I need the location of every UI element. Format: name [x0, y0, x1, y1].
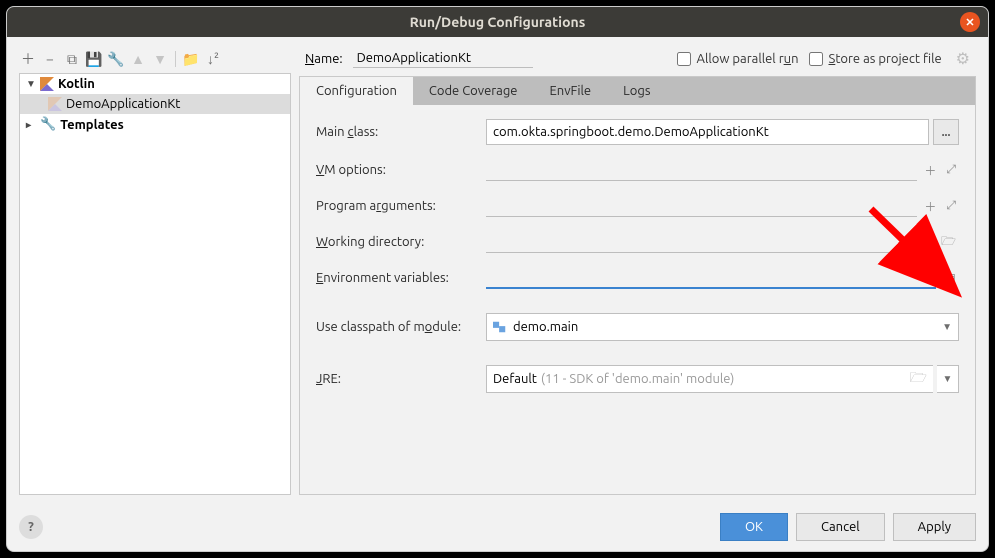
working-dir-input[interactable]: [486, 231, 912, 253]
jre-select[interactable]: Default (11 - SDK of 'demo.main' module)…: [486, 365, 933, 393]
store-project-checkbox[interactable]: Store as project file: [809, 52, 942, 66]
program-args-input[interactable]: [486, 195, 917, 217]
titlebar: Run/Debug Configurations ✕: [7, 7, 988, 37]
folder-small-icon: 🗁: [910, 367, 927, 391]
name-label: Name:: [305, 52, 343, 66]
jre-value: Default: [493, 372, 537, 386]
sort-icon[interactable]: ↓²: [204, 51, 222, 67]
add-small-icon[interactable]: ＋: [921, 162, 939, 179]
tab-coverage[interactable]: Code Coverage: [413, 77, 534, 105]
vm-options-label: VM options:: [316, 163, 476, 177]
down-icon[interactable]: ▼: [151, 51, 169, 67]
chevron-right-icon: ▸: [26, 119, 36, 131]
tree-node-kotlin[interactable]: ▼ Kotlin: [20, 74, 290, 94]
apply-button[interactable]: Apply: [893, 513, 976, 541]
window-title: Run/Debug Configurations: [410, 14, 586, 30]
folder-small-icon[interactable]: 🗁: [938, 232, 959, 253]
classpath-select[interactable]: demo.main ▼: [486, 313, 959, 341]
allow-parallel-checkbox[interactable]: Allow parallel run: [677, 52, 799, 66]
wrench-icon: 🔧: [40, 117, 56, 132]
tab-configuration[interactable]: Configuration: [300, 77, 413, 105]
gear-icon[interactable]: ⚙: [956, 49, 970, 68]
browse-button[interactable]: ...: [933, 119, 959, 145]
copy-icon[interactable]: ⧉: [63, 51, 81, 68]
folder-icon[interactable]: 📁: [182, 51, 200, 68]
wrench-icon[interactable]: 🔧: [107, 51, 125, 68]
list-icon[interactable]: ▤: [940, 270, 959, 287]
jre-label: JRE:: [316, 372, 476, 386]
program-args-label: Program arguments:: [316, 199, 476, 213]
dialog-footer: ? OK Cancel Apply: [19, 503, 976, 541]
jre-dropdown-button[interactable]: ▼: [937, 365, 959, 393]
classpath-value: demo.main: [513, 320, 578, 334]
chevron-down-icon: ▼: [26, 78, 36, 90]
tree-node-templates[interactable]: ▸ 🔧 Templates: [20, 114, 290, 135]
main-class-input[interactable]: [486, 119, 929, 145]
config-tree: ▼ Kotlin DemoApplicationKt ▸ 🔧 Templates: [19, 73, 291, 495]
left-panel: ＋ − ⧉ 💾 🔧 ▲ ▼ 📁 ↓² ▼ Kotlin: [19, 47, 291, 495]
tree-toolbar: ＋ − ⧉ 💾 🔧 ▲ ▼ 📁 ↓²: [19, 47, 291, 71]
chevron-down-icon: ▼: [942, 321, 952, 333]
up-icon[interactable]: ▲: [129, 51, 147, 67]
remove-icon[interactable]: −: [41, 51, 59, 67]
tab-envfile[interactable]: EnvFile: [534, 77, 608, 105]
cancel-button[interactable]: Cancel: [796, 513, 885, 541]
name-input[interactable]: [353, 49, 533, 68]
add-small-icon[interactable]: ＋: [921, 198, 939, 215]
tab-logs[interactable]: Logs: [607, 77, 666, 105]
save-icon[interactable]: 💾: [85, 51, 103, 68]
main-class-label: Main class:: [316, 125, 476, 139]
module-icon: [493, 320, 507, 334]
tree-node-demoapp[interactable]: DemoApplicationKt: [20, 94, 290, 114]
add-icon[interactable]: ＋: [19, 49, 37, 69]
close-icon[interactable]: ✕: [960, 12, 980, 32]
kotlin-icon: [48, 97, 62, 111]
kotlin-icon: [40, 77, 54, 91]
separator: [175, 51, 176, 67]
vm-options-input[interactable]: [486, 159, 917, 181]
env-vars-label: Environment variables:: [316, 271, 476, 285]
expand-icon[interactable]: ⤢: [943, 163, 959, 177]
help-button[interactable]: ?: [19, 515, 43, 539]
add-small-icon[interactable]: ＋: [916, 234, 934, 251]
tree-label-kotlin: Kotlin: [58, 77, 95, 91]
jre-hint: (11 - SDK of 'demo.main' module): [541, 372, 734, 386]
ok-button[interactable]: OK: [720, 513, 788, 541]
tabs: Configuration Code Coverage EnvFile Logs: [300, 77, 975, 105]
tree-label-demoapp: DemoApplicationKt: [66, 97, 180, 111]
configuration-form: Main class: ... VM options: ＋ ⤢: [300, 105, 975, 403]
tree-label-templates: Templates: [60, 118, 124, 132]
expand-icon[interactable]: ⤢: [943, 199, 959, 213]
env-vars-input[interactable]: [486, 267, 936, 289]
working-dir-label: Working directory:: [316, 235, 476, 249]
right-panel: Name: Allow parallel run Store as projec…: [299, 47, 976, 495]
run-debug-dialog: Run/Debug Configurations ✕ ＋ − ⧉ 💾 🔧 ▲ ▼…: [6, 6, 989, 552]
classpath-label: Use classpath of module:: [316, 320, 476, 334]
